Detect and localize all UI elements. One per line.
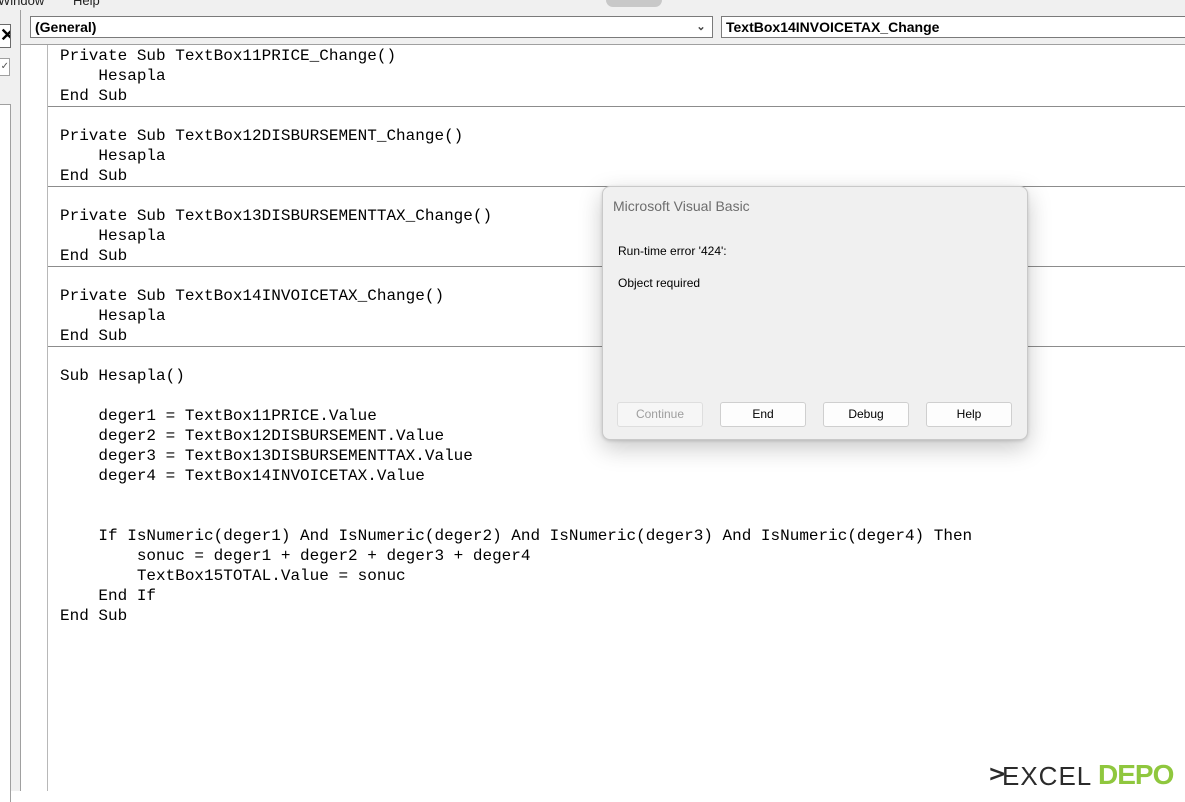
- code-line[interactable]: End Sub: [48, 166, 1185, 186]
- code-line[interactable]: Private Sub TextBox12DISBURSEMENT_Change…: [48, 126, 1185, 146]
- error-message-text: Object required: [618, 276, 701, 290]
- dialog-title: Microsoft Visual Basic: [613, 198, 750, 214]
- runtime-error-dialog: Microsoft Visual Basic Run-time error '4…: [602, 186, 1028, 440]
- code-line[interactable]: If IsNumeric(deger1) And IsNumeric(deger…: [48, 526, 1185, 546]
- code-line[interactable]: deger3 = TextBox13DISBURSEMENTTAX.Value: [48, 446, 1185, 466]
- code-line[interactable]: End Sub: [48, 86, 1185, 106]
- end-button[interactable]: End: [720, 402, 806, 427]
- menu-window[interactable]: Window: [0, 0, 44, 8]
- logo-text-excel: EXCEL: [1002, 761, 1093, 791]
- code-line[interactable]: [48, 506, 1185, 526]
- code-line[interactable]: End Sub: [48, 606, 1185, 626]
- menu-help[interactable]: Help: [73, 0, 100, 8]
- object-combo[interactable]: (General) ⌄: [30, 16, 713, 38]
- toolbar-fragment: [606, 0, 662, 7]
- project-panel: ✕ ✓: [0, 10, 21, 802]
- menu-bar: Window Help: [0, 0, 1185, 10]
- procedure-combo-value: TextBox14INVOICETAX_Change: [726, 19, 940, 35]
- code-line[interactable]: Hesapla: [48, 146, 1185, 166]
- object-combo-value: (General): [35, 19, 97, 35]
- code-line[interactable]: [48, 106, 1185, 126]
- code-line[interactable]: Private Sub TextBox11PRICE_Change(): [48, 46, 1185, 66]
- code-line[interactable]: [48, 486, 1185, 506]
- debug-button[interactable]: Debug: [823, 402, 909, 427]
- chevron-down-icon[interactable]: ⌄: [694, 17, 708, 37]
- checkbox-icon[interactable]: ✓: [0, 58, 10, 76]
- procedure-combo[interactable]: TextBox14INVOICETAX_Change: [721, 16, 1185, 38]
- excel-depo-logo: > EXCEL DEPO: [988, 759, 1185, 791]
- code-line[interactable]: TextBox15TOTAL.Value = sonuc: [48, 566, 1185, 586]
- code-window-header: (General) ⌄ TextBox14INVOICETAX_Change: [21, 10, 1185, 45]
- margin-indicator-bar[interactable]: [21, 45, 48, 791]
- error-code-text: Run-time error '424':: [618, 244, 727, 258]
- project-tree[interactable]: [0, 104, 11, 802]
- continue-button[interactable]: Continue: [617, 402, 703, 427]
- logo-text-depo: DEPO: [1098, 759, 1174, 790]
- code-line[interactable]: Hesapla: [48, 66, 1185, 86]
- code-line[interactable]: sonuc = deger1 + deger2 + deger3 + deger…: [48, 546, 1185, 566]
- help-button[interactable]: Help: [926, 402, 1012, 427]
- code-line[interactable]: deger4 = TextBox14INVOICETAX.Value: [48, 466, 1185, 486]
- code-line[interactable]: End If: [48, 586, 1185, 606]
- close-icon[interactable]: ✕: [0, 24, 11, 48]
